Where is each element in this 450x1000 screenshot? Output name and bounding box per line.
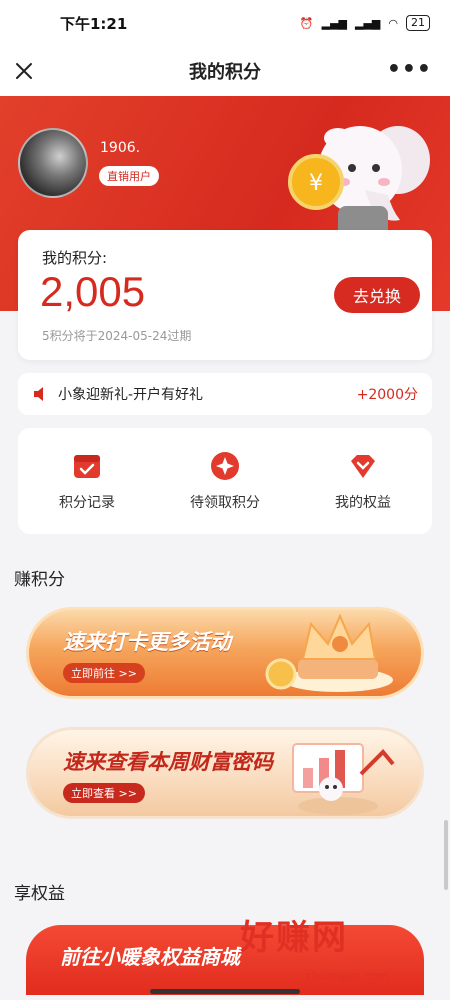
user-type-badge: 直销用户 (99, 166, 159, 186)
more-icon[interactable]: ••• (387, 59, 432, 81)
action-label: 待领取积分 (190, 495, 260, 511)
exchange-button[interactable]: 去兑换 (334, 277, 420, 313)
action-points-record[interactable]: 积分记录 (18, 428, 156, 534)
watermark-logo: 好赚网 (240, 918, 348, 958)
alarm-icon: ⏰ (299, 16, 314, 30)
nav-bar: 我的积分 ••• (0, 46, 450, 96)
sparkle-coin-icon (211, 452, 239, 480)
svg-text:¥: ¥ (309, 171, 323, 196)
banner-title: 速来打卡更多活动 (63, 630, 231, 654)
notice-text: 小象迎新礼-开户有好礼 (58, 387, 204, 403)
action-label: 我的权益 (335, 495, 391, 511)
promo-notice[interactable]: 小象迎新礼-开户有好礼 +2000分 (18, 373, 432, 415)
home-indicator[interactable] (150, 989, 300, 994)
speaker-icon (34, 387, 43, 401)
wifi-icon: ◠ (388, 16, 398, 30)
points-label: 我的积分: (42, 249, 108, 267)
banner-button[interactable]: 立即前往 >> (63, 663, 145, 683)
action-label: 积分记录 (59, 495, 115, 511)
banner-checkin[interactable]: 速来打卡更多活动 立即前往 >> (26, 607, 424, 699)
elephant-mascot-icon: ¥ (288, 126, 430, 240)
banner-wealth-code[interactable]: 速来查看本周财富密码 立即查看 >> (26, 727, 424, 819)
banner-benefit-mall[interactable]: 前往小暖象权益商城 (26, 925, 424, 995)
banner-title: 速来查看本周财富密码 (63, 750, 273, 774)
crown-coin-icon (265, 614, 393, 692)
section-title-earn: 赚积分 (14, 570, 65, 590)
diamond-icon (351, 455, 375, 478)
user-name: 1906. (100, 140, 141, 156)
action-pending-points[interactable]: 待领取积分 (156, 428, 294, 534)
avatar[interactable] (18, 128, 88, 198)
section-title-benefits: 享权益 (14, 884, 65, 904)
banner-button[interactable]: 立即查看 >> (63, 783, 145, 803)
scrollbar[interactable] (444, 820, 448, 890)
status-bar: 下午1:21 ⏰ ▂▄▆ ▂▄▆ ◠ 21 (0, 0, 450, 46)
quick-actions: 积分记录 待领取积分 我的权益 (18, 428, 432, 534)
signal2-icon: ▂▄▆ (355, 16, 381, 30)
signal-icon: ▂▄▆ (321, 16, 347, 30)
banner-title: 前往小暖象权益商城 (60, 945, 240, 969)
battery-icon: 21 (406, 15, 430, 31)
notice-bonus: +2000分 (356, 387, 418, 403)
action-my-benefits[interactable]: 我的权益 (294, 428, 432, 534)
points-expire-note: 5积分将于2024-05-24过期 (42, 329, 192, 343)
points-card: 我的积分: 2,005 5积分将于2024-05-24过期 去兑换 (18, 230, 432, 360)
page-title: 我的积分 (189, 62, 261, 83)
points-value: 2,005 (40, 268, 146, 315)
calendar-check-icon (74, 455, 100, 478)
system-icons: ⏰ ▂▄▆ ▂▄▆ ◠ 21 (300, 15, 430, 31)
close-icon[interactable] (12, 59, 36, 83)
chart-elephant-icon (292, 743, 395, 815)
watermark-url: zhuanyes.com (305, 968, 389, 983)
status-time: 下午1:21 (60, 14, 128, 33)
